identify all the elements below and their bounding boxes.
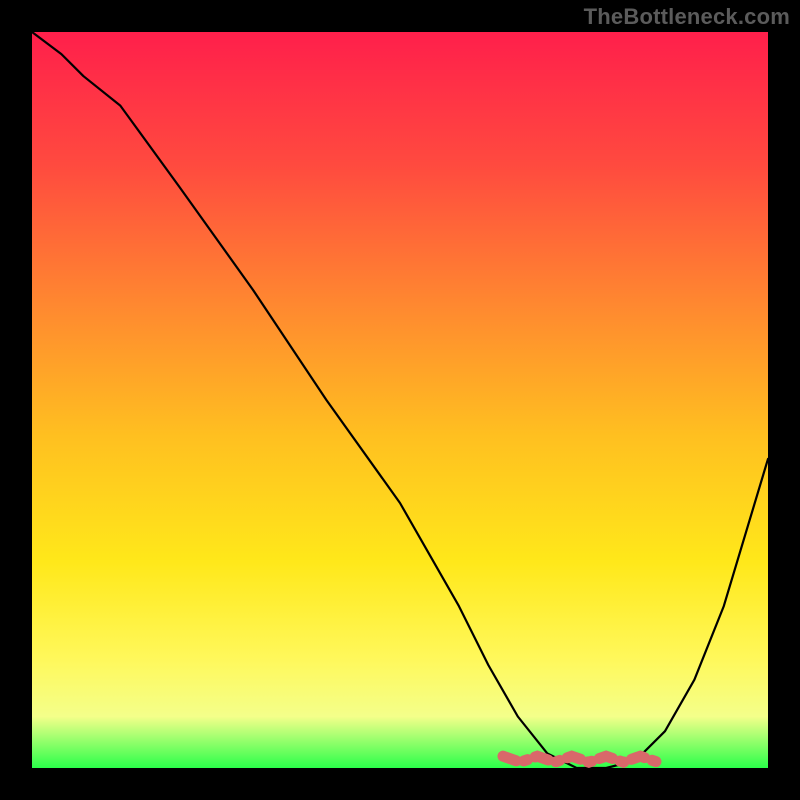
optimal-zone-marker <box>503 756 658 762</box>
chart-frame: TheBottleneck.com <box>0 0 800 800</box>
watermark-label: TheBottleneck.com <box>584 4 790 30</box>
bottleneck-chart <box>0 0 800 800</box>
plot-background <box>32 32 768 768</box>
